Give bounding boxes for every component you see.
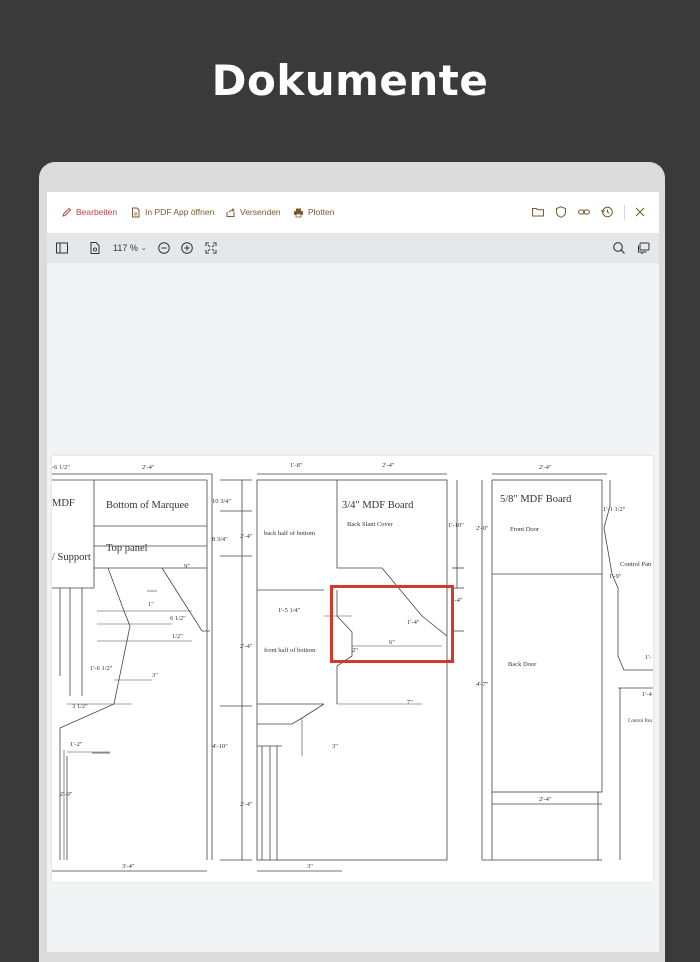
- part-label: Top panel: [106, 543, 148, 554]
- dim-label: 3": [307, 863, 313, 870]
- dim-label: 4'-10": [212, 743, 228, 750]
- dim-label: 2'-4": [142, 464, 155, 471]
- dim-label: 2'-4": [240, 801, 253, 808]
- plot-button[interactable]: Plotten: [293, 203, 334, 221]
- view-toolbar: 117 % ⌄: [47, 233, 659, 263]
- edit-button[interactable]: Bearbeiten: [61, 203, 117, 221]
- part-label: Control Pan: [628, 719, 653, 724]
- dim-label: 3": [152, 672, 158, 679]
- document-viewer: Bearbeiten In PDF App öffnen Versenden P…: [47, 192, 659, 952]
- folder-icon[interactable]: [531, 205, 545, 219]
- dim-label: 9": [184, 563, 190, 570]
- printer-icon: [293, 207, 304, 218]
- zoom-value: 117 %: [113, 243, 138, 253]
- dim-label: 2'-4": [539, 796, 552, 803]
- technical-drawing: -6 1/2" 2'-4" 1'-8" 2'-4" 2'-4" 10 3/4" …: [52, 462, 653, 872]
- dim-label: 10 3/4": [212, 498, 231, 505]
- dim-label: 1'-2": [70, 741, 83, 748]
- dim-label: 1": [148, 601, 154, 608]
- dim-label: 2'-4": [240, 643, 253, 650]
- part-label: Back Door: [508, 661, 537, 668]
- dim-label: 2'-4": [539, 464, 552, 471]
- part-label: Front Door: [510, 526, 540, 533]
- dim-label: 1'-8": [290, 462, 303, 469]
- dim-label: 8 3/4": [212, 536, 228, 543]
- pdf-file-icon: [130, 207, 141, 218]
- dim-label: 3 1/2": [72, 703, 88, 710]
- pencil-icon: [61, 207, 72, 218]
- open-in-pdf-app-label: In PDF App öffnen: [145, 207, 215, 217]
- page-settings-icon[interactable]: [88, 241, 102, 255]
- search-icon[interactable]: [612, 241, 626, 255]
- edit-label: Bearbeiten: [76, 207, 118, 217]
- part-label: MDF: [52, 498, 75, 509]
- dim-label: 1'-5 1/4": [278, 607, 301, 614]
- dim-label: 2'-9": [60, 791, 73, 798]
- part-label: / Support: [52, 552, 91, 563]
- top-toolbar: Bearbeiten In PDF App öffnen Versenden P…: [47, 192, 659, 234]
- part-label: back half of bottom: [264, 530, 315, 537]
- dim-label: 2'-0": [476, 525, 489, 532]
- part-label: Control Pan: [620, 561, 652, 568]
- page-title: Dokumente: [211, 56, 489, 105]
- sidebar-toggle-icon[interactable]: [55, 241, 69, 255]
- dim-label: 6 1/2": [170, 615, 186, 622]
- part-label: Bottom of Marquee: [106, 500, 189, 511]
- zoom-dropdown[interactable]: 117 % ⌄: [113, 241, 147, 255]
- document-canvas[interactable]: -6 1/2" 2'-4" 1'-8" 2'-4" 2'-4" 10 3/4" …: [47, 263, 659, 952]
- dim-label: 1'-10": [448, 522, 464, 529]
- plot-label: Plotten: [308, 207, 335, 217]
- fit-screen-icon[interactable]: [204, 241, 218, 255]
- dim-label: 2'-4": [382, 462, 395, 469]
- dim-label: 1/2": [172, 633, 183, 640]
- shield-icon[interactable]: [554, 205, 568, 219]
- open-in-pdf-app-button[interactable]: In PDF App öffnen: [130, 203, 214, 221]
- dim-label: -6 1/2": [52, 464, 70, 471]
- dim-label: 3": [332, 743, 338, 750]
- dim-label: 2'-4": [240, 533, 253, 540]
- link-icon[interactable]: [577, 205, 591, 219]
- dim-label: 1'-: [645, 654, 652, 661]
- dim-label: 1'-9": [609, 573, 622, 580]
- dim-label: 1'-4: [642, 691, 653, 698]
- close-icon[interactable]: [633, 205, 647, 219]
- send-label: Versenden: [240, 207, 281, 217]
- part-label: Back Slant Cover: [347, 521, 394, 528]
- toolbar-divider: [624, 205, 625, 220]
- dim-label: 3'-4": [122, 863, 135, 870]
- dim-label: 4'-7": [476, 681, 489, 688]
- history-icon[interactable]: [600, 205, 614, 219]
- zoom-out-icon[interactable]: [157, 241, 171, 255]
- comments-icon[interactable]: [637, 241, 651, 255]
- dim-label: 7": [407, 699, 413, 706]
- share-icon: [225, 207, 236, 218]
- send-button[interactable]: Versenden: [225, 203, 281, 221]
- dim-label: 1'-6 1/2": [90, 665, 113, 672]
- zoom-in-icon[interactable]: [180, 241, 194, 255]
- selection-highlight[interactable]: [330, 585, 454, 663]
- part-label: 3/4" MDF Board: [342, 500, 414, 511]
- chevron-down-icon: ⌄: [140, 245, 147, 252]
- part-label: 5/8" MDF Board: [500, 494, 572, 505]
- part-label: front half of bottom: [264, 647, 315, 654]
- dim-label: 1'-1 1/2": [603, 506, 626, 513]
- pdf-page[interactable]: -6 1/2" 2'-4" 1'-8" 2'-4" 2'-4" 10 3/4" …: [52, 456, 653, 882]
